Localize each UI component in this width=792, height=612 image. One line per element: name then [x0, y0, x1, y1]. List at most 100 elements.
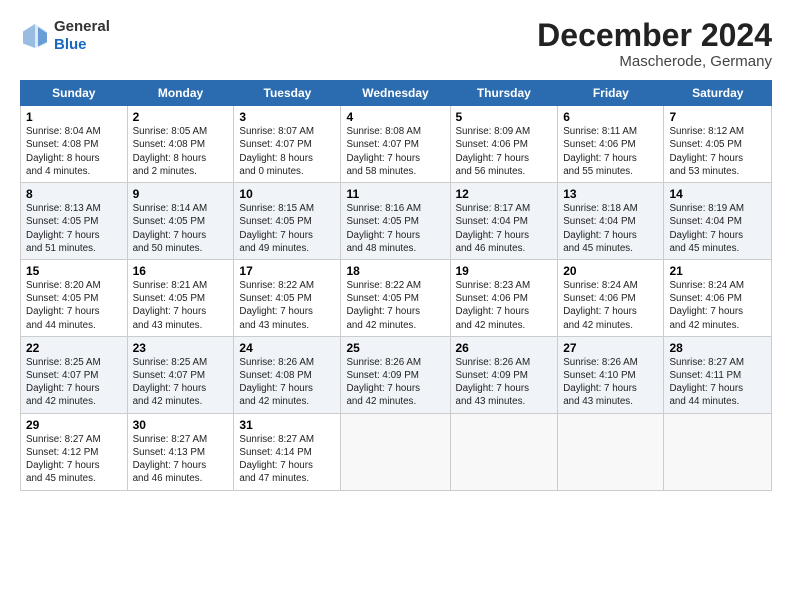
logo: General Blue	[20, 18, 110, 54]
day-info: Sunrise: 8:08 AMSunset: 4:07 PMDaylight:…	[346, 125, 444, 178]
day-info: Sunrise: 8:12 AMSunset: 4:05 PMDaylight:…	[669, 125, 766, 178]
table-row: 23Sunrise: 8:25 AMSunset: 4:07 PMDayligh…	[127, 336, 234, 413]
table-row	[341, 413, 450, 490]
col-thursday: Thursday	[450, 81, 558, 106]
calendar-week-row: 29Sunrise: 8:27 AMSunset: 4:12 PMDayligh…	[21, 413, 772, 490]
day-info: Sunrise: 8:09 AMSunset: 4:06 PMDaylight:…	[456, 125, 553, 178]
day-info: Sunrise: 8:26 AMSunset: 4:09 PMDaylight:…	[456, 356, 553, 409]
day-info: Sunrise: 8:07 AMSunset: 4:07 PMDaylight:…	[239, 125, 335, 178]
table-row: 21Sunrise: 8:24 AMSunset: 4:06 PMDayligh…	[664, 259, 772, 336]
day-number: 17	[239, 264, 335, 278]
day-info: Sunrise: 8:22 AMSunset: 4:05 PMDaylight:…	[239, 279, 335, 332]
day-info: Sunrise: 8:25 AMSunset: 4:07 PMDaylight:…	[133, 356, 229, 409]
day-number: 24	[239, 341, 335, 355]
day-number: 6	[563, 110, 658, 124]
day-number: 15	[26, 264, 122, 278]
calendar-subtitle: Mascherode, Germany	[537, 53, 772, 70]
day-info: Sunrise: 8:27 AMSunset: 4:12 PMDaylight:…	[26, 433, 122, 486]
table-row: 14Sunrise: 8:19 AMSunset: 4:04 PMDayligh…	[664, 183, 772, 260]
day-number: 2	[133, 110, 229, 124]
table-row: 16Sunrise: 8:21 AMSunset: 4:05 PMDayligh…	[127, 259, 234, 336]
day-number: 7	[669, 110, 766, 124]
day-number: 21	[669, 264, 766, 278]
table-row	[450, 413, 558, 490]
table-row: 17Sunrise: 8:22 AMSunset: 4:05 PMDayligh…	[234, 259, 341, 336]
day-number: 4	[346, 110, 444, 124]
logo-blue: Blue	[54, 36, 87, 53]
table-row: 4Sunrise: 8:08 AMSunset: 4:07 PMDaylight…	[341, 106, 450, 183]
table-row	[558, 413, 664, 490]
col-wednesday: Wednesday	[341, 81, 450, 106]
day-number: 3	[239, 110, 335, 124]
table-row: 15Sunrise: 8:20 AMSunset: 4:05 PMDayligh…	[21, 259, 128, 336]
day-number: 9	[133, 187, 229, 201]
table-row: 24Sunrise: 8:26 AMSunset: 4:08 PMDayligh…	[234, 336, 341, 413]
day-info: Sunrise: 8:26 AMSunset: 4:09 PMDaylight:…	[346, 356, 444, 409]
day-number: 19	[456, 264, 553, 278]
header: General Blue December 2024 Mascherode, G…	[20, 18, 772, 70]
col-sunday: Sunday	[21, 81, 128, 106]
day-number: 20	[563, 264, 658, 278]
col-friday: Friday	[558, 81, 664, 106]
day-number: 23	[133, 341, 229, 355]
day-number: 29	[26, 418, 122, 432]
table-row: 31Sunrise: 8:27 AMSunset: 4:14 PMDayligh…	[234, 413, 341, 490]
table-row: 6Sunrise: 8:11 AMSunset: 4:06 PMDaylight…	[558, 106, 664, 183]
day-info: Sunrise: 8:16 AMSunset: 4:05 PMDaylight:…	[346, 202, 444, 255]
table-row	[664, 413, 772, 490]
table-row: 22Sunrise: 8:25 AMSunset: 4:07 PMDayligh…	[21, 336, 128, 413]
table-row: 13Sunrise: 8:18 AMSunset: 4:04 PMDayligh…	[558, 183, 664, 260]
day-number: 22	[26, 341, 122, 355]
day-info: Sunrise: 8:27 AMSunset: 4:14 PMDaylight:…	[239, 433, 335, 486]
table-row: 18Sunrise: 8:22 AMSunset: 4:05 PMDayligh…	[341, 259, 450, 336]
day-info: Sunrise: 8:15 AMSunset: 4:05 PMDaylight:…	[239, 202, 335, 255]
table-row: 20Sunrise: 8:24 AMSunset: 4:06 PMDayligh…	[558, 259, 664, 336]
calendar-week-row: 8Sunrise: 8:13 AMSunset: 4:05 PMDaylight…	[21, 183, 772, 260]
col-tuesday: Tuesday	[234, 81, 341, 106]
calendar-title: December 2024	[537, 18, 772, 53]
day-number: 18	[346, 264, 444, 278]
calendar-table: Sunday Monday Tuesday Wednesday Thursday…	[20, 80, 772, 490]
day-info: Sunrise: 8:21 AMSunset: 4:05 PMDaylight:…	[133, 279, 229, 332]
table-row: 10Sunrise: 8:15 AMSunset: 4:05 PMDayligh…	[234, 183, 341, 260]
day-info: Sunrise: 8:20 AMSunset: 4:05 PMDaylight:…	[26, 279, 122, 332]
day-number: 11	[346, 187, 444, 201]
day-number: 27	[563, 341, 658, 355]
day-number: 13	[563, 187, 658, 201]
day-number: 25	[346, 341, 444, 355]
calendar-week-row: 1Sunrise: 8:04 AMSunset: 4:08 PMDaylight…	[21, 106, 772, 183]
table-row: 19Sunrise: 8:23 AMSunset: 4:06 PMDayligh…	[450, 259, 558, 336]
day-info: Sunrise: 8:23 AMSunset: 4:06 PMDaylight:…	[456, 279, 553, 332]
table-row: 5Sunrise: 8:09 AMSunset: 4:06 PMDaylight…	[450, 106, 558, 183]
logo-general: General	[54, 18, 110, 35]
col-saturday: Saturday	[664, 81, 772, 106]
day-info: Sunrise: 8:04 AMSunset: 4:08 PMDaylight:…	[26, 125, 122, 178]
table-row: 29Sunrise: 8:27 AMSunset: 4:12 PMDayligh…	[21, 413, 128, 490]
table-row: 7Sunrise: 8:12 AMSunset: 4:05 PMDaylight…	[664, 106, 772, 183]
calendar-week-row: 15Sunrise: 8:20 AMSunset: 4:05 PMDayligh…	[21, 259, 772, 336]
calendar-header-row: Sunday Monday Tuesday Wednesday Thursday…	[21, 81, 772, 106]
table-row: 12Sunrise: 8:17 AMSunset: 4:04 PMDayligh…	[450, 183, 558, 260]
table-row: 3Sunrise: 8:07 AMSunset: 4:07 PMDaylight…	[234, 106, 341, 183]
col-monday: Monday	[127, 81, 234, 106]
table-row: 26Sunrise: 8:26 AMSunset: 4:09 PMDayligh…	[450, 336, 558, 413]
table-row: 30Sunrise: 8:27 AMSunset: 4:13 PMDayligh…	[127, 413, 234, 490]
table-row: 2Sunrise: 8:05 AMSunset: 4:08 PMDaylight…	[127, 106, 234, 183]
day-info: Sunrise: 8:18 AMSunset: 4:04 PMDaylight:…	[563, 202, 658, 255]
calendar-week-row: 22 Sunrise: 8:25 AMSunset: 4:07 PMDayligh…	[21, 336, 772, 413]
day-info: Sunrise: 8:27 AMSunset: 4:13 PMDaylight:…	[133, 433, 229, 486]
day-info: Sunrise: 8:27 AMSunset: 4:11 PMDaylight:…	[669, 356, 766, 409]
table-row: 28Sunrise: 8:27 AMSunset: 4:11 PMDayligh…	[664, 336, 772, 413]
day-info: Sunrise: 8:26 AMSunset: 4:10 PMDaylight:…	[563, 356, 658, 409]
day-number: 5	[456, 110, 553, 124]
day-info: Sunrise: 8:24 AMSunset: 4:06 PMDaylight:…	[563, 279, 658, 332]
day-number: 31	[239, 418, 335, 432]
day-number: 12	[456, 187, 553, 201]
day-info: Sunrise: 8:24 AMSunset: 4:06 PMDaylight:…	[669, 279, 766, 332]
title-area: December 2024 Mascherode, Germany	[537, 18, 772, 70]
day-number: 14	[669, 187, 766, 201]
logo-text: General Blue	[54, 18, 110, 54]
day-number: 1	[26, 110, 122, 124]
day-info: Sunrise: 8:22 AMSunset: 4:05 PMDaylight:…	[346, 279, 444, 332]
day-info: Sunrise: 8:05 AMSunset: 4:08 PMDaylight:…	[133, 125, 229, 178]
